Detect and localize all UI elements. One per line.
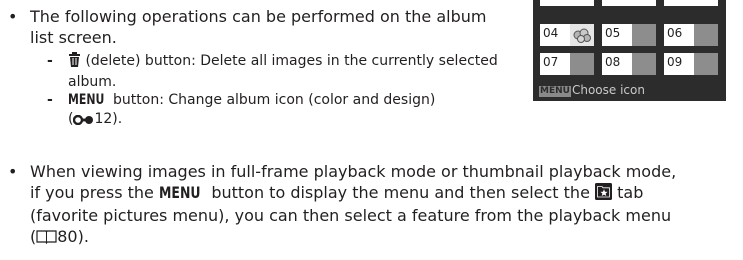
- album-thumbnail: [694, 24, 718, 46]
- album-thumbnail: [694, 53, 718, 75]
- bullet2-ref: 80).: [57, 227, 89, 246]
- flower-icon: [570, 24, 594, 46]
- album-cell-partial: [602, 0, 656, 6]
- bullet2-line1: When viewing images in full-frame playba…: [30, 162, 677, 181]
- album-number: 07: [543, 55, 559, 69]
- book-icon: [36, 228, 57, 249]
- dash-marker: -: [47, 53, 53, 69]
- album-number: 06: [667, 26, 683, 40]
- album-cell-partial: [540, 0, 594, 6]
- album-thumbnail: [632, 24, 656, 46]
- footer-text: Choose icon: [571, 83, 645, 97]
- link-icon: [73, 112, 94, 131]
- dash-marker: -: [47, 92, 53, 108]
- sub1: (delete) button: Delete all images in th…: [68, 52, 508, 92]
- sub2-ref: 12).: [94, 111, 123, 127]
- album-cell[interactable]: 04: [540, 24, 594, 46]
- bullet2-line2b: button to display the menu and then sele…: [211, 183, 590, 202]
- menu-word: MENU: [68, 92, 105, 108]
- album-cell[interactable]: 05: [602, 24, 656, 46]
- album-cell[interactable]: 07: [540, 53, 594, 75]
- bullet-marker: •: [8, 162, 18, 181]
- bullet1-text: The following operations can be performe…: [30, 7, 487, 47]
- album-number: 05: [605, 26, 621, 40]
- album-number: 08: [605, 55, 621, 69]
- sub2: MENU button: Change album icon (color an…: [68, 91, 508, 131]
- menu-badge: MENU: [539, 86, 571, 97]
- album-thumbnail: [570, 53, 594, 75]
- album-number: 09: [667, 55, 683, 69]
- album-thumbnail: [632, 53, 656, 75]
- favorite-star-tab-icon: [595, 183, 613, 205]
- menu-word: MENU: [158, 183, 201, 202]
- trash-icon: [68, 52, 81, 73]
- sub1-text: (delete) button: Delete all images in th…: [68, 53, 498, 90]
- bullet2-line2c: tab: [617, 183, 644, 202]
- album-number: 04: [543, 26, 559, 40]
- screen-footer: MENU Choose icon: [539, 82, 645, 98]
- bullet2-text: When viewing images in full-frame playba…: [30, 161, 740, 249]
- album-cell[interactable]: 09: [664, 53, 718, 75]
- album-cell[interactable]: 06: [664, 24, 718, 46]
- sub2-text: button: Change album icon (color and des…: [113, 92, 436, 108]
- album-cell-partial: [664, 0, 718, 6]
- bullet-marker: •: [8, 7, 18, 26]
- bullet2-line3: (favorite pictures menu), you can then s…: [30, 206, 672, 225]
- bullet2-line2a: if you press the: [30, 183, 154, 202]
- album-cell[interactable]: 08: [602, 53, 656, 75]
- album-list-screen: 04 05 06 07 08 09 MENU Choose icon: [533, 0, 726, 101]
